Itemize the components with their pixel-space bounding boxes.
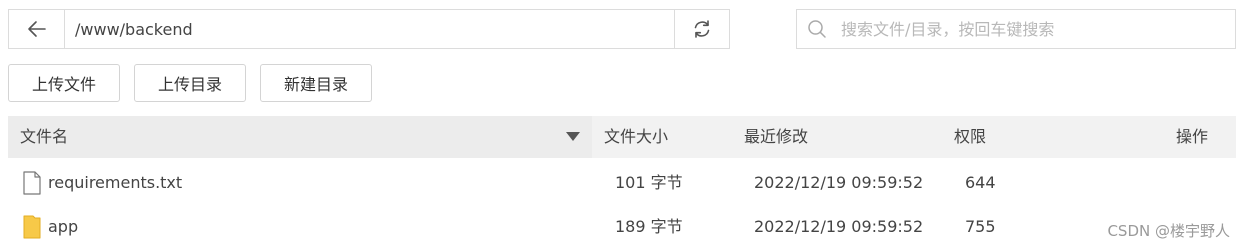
size-header[interactable]: 文件大小 — [604, 116, 668, 158]
upload-file-button[interactable]: 上传文件 — [8, 64, 120, 102]
modified-time: 2022/12/19 09:59:52 — [754, 217, 924, 236]
permissions[interactable]: 755 — [965, 205, 996, 249]
refresh-icon — [694, 20, 710, 38]
search-icon — [797, 19, 837, 39]
path-bar: /www/backend — [8, 9, 730, 49]
table-header: 文件名 文件大小 最近修改 权限 操作 — [8, 116, 1236, 158]
back-button[interactable] — [9, 10, 65, 48]
modified-time: 2022/12/19 09:59:52 — [754, 173, 924, 192]
new-directory-button[interactable]: 新建目录 — [260, 64, 372, 102]
search-input[interactable] — [837, 10, 1235, 48]
search-box — [796, 9, 1236, 49]
sort-down-icon[interactable] — [566, 132, 580, 142]
file-icon — [23, 171, 41, 195]
name-header-label: 文件名 — [20, 127, 69, 146]
refresh-button[interactable] — [674, 10, 729, 48]
modified-header[interactable]: 最近修改 — [744, 116, 808, 158]
permissions-header: 权限 — [954, 127, 987, 146]
path-input[interactable]: /www/backend — [65, 10, 674, 48]
table-row[interactable]: app 189 字节 2022/12/19 09:59:52 755 — [8, 205, 1236, 249]
file-name[interactable]: app — [48, 205, 78, 249]
permissions[interactable]: 644 — [965, 161, 996, 205]
actions-header: 操作 — [1176, 127, 1209, 146]
folder-icon — [23, 215, 41, 239]
name-column-header[interactable]: 文件名 — [8, 116, 592, 158]
arrow-left-icon — [27, 21, 46, 37]
table-row[interactable]: requirements.txt 101 字节 2022/12/19 09:59… — [8, 161, 1236, 205]
upload-directory-button[interactable]: 上传目录 — [134, 64, 246, 102]
file-name[interactable]: requirements.txt — [48, 161, 182, 205]
watermark: CSDN @楼宇野人 — [1107, 222, 1230, 240]
file-size: 189 字节 — [615, 217, 683, 236]
file-size: 101 字节 — [615, 173, 683, 192]
